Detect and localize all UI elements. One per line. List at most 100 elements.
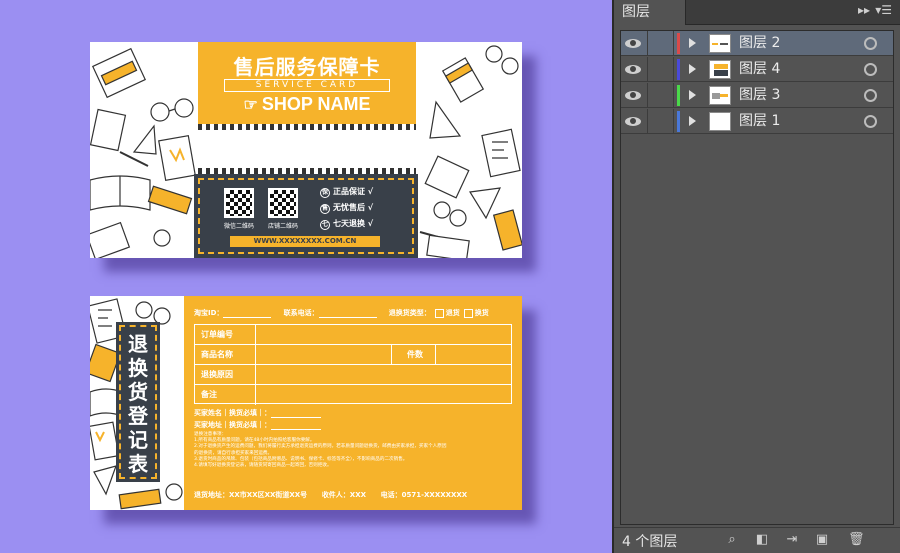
layer-name[interactable]: 图层 2 [739, 33, 780, 54]
collapse-panel-icon[interactable]: ▸▸ [858, 3, 870, 17]
title-char: 记 [128, 428, 148, 452]
exchange-checkbox[interactable] [463, 308, 473, 318]
return-checkbox[interactable] [434, 308, 444, 318]
title-char: 退 [128, 332, 148, 356]
column-divider [673, 83, 674, 107]
column-divider [647, 109, 648, 133]
table-divider [255, 385, 256, 405]
shop-qr-code [268, 188, 298, 218]
title-char: 换 [128, 356, 148, 380]
buyer-name-field[interactable] [271, 417, 321, 418]
feature-item: 七七天退换 √ [320, 218, 373, 230]
expand-arrow-icon[interactable] [689, 38, 696, 48]
title-char: 货 [128, 380, 148, 404]
layer-row[interactable]: 图层 3 [621, 83, 893, 108]
registration-title: 退 换 货 登 记 表 [116, 332, 160, 476]
table-row: 订单编号 [195, 325, 511, 345]
new-sublayer-icon[interactable]: ⇥ [784, 532, 800, 548]
return-option: 退货 [445, 309, 460, 317]
table-divider [255, 345, 256, 364]
layer-target-icon[interactable] [864, 37, 877, 50]
layer-row[interactable]: 图层 1 [621, 109, 893, 134]
service-card-front[interactable]: 售后服务保障卡 SERVICE CARD ☞ SHOP NAME 微信二维码 店铺… [90, 42, 522, 258]
website-url: WWW.XXXXXXXX.COM.CN [230, 236, 380, 247]
card-subtitle: SERVICE CARD [224, 79, 390, 92]
card-title: 售后服务保障卡 [233, 55, 381, 79]
table-divider [255, 325, 256, 344]
visibility-eye-icon[interactable] [625, 115, 641, 127]
title-char: 登 [128, 404, 148, 428]
title-char: 表 [128, 452, 148, 476]
layer-target-icon[interactable] [864, 89, 877, 102]
table-row: 退换原因 [195, 365, 511, 385]
wechat-qr-code [224, 188, 254, 218]
new-layer-icon[interactable]: ▣ [814, 532, 830, 548]
delete-layer-icon[interactable]: 🗑 [848, 532, 865, 548]
layer-name[interactable]: 图层 1 [739, 111, 780, 132]
layer-target-icon[interactable] [864, 63, 877, 76]
recipient: 收件人：XXX [321, 491, 367, 499]
feature-item: 售无忧售后 √ [320, 202, 373, 214]
tab-layers[interactable]: 图层 [614, 0, 686, 25]
column-divider [673, 57, 674, 81]
expand-arrow-icon[interactable] [689, 116, 696, 126]
title-banner: 售后服务保障卡 SERVICE CARD ☞ SHOP NAME [198, 42, 416, 124]
qr-label: 微信二维码 [223, 223, 254, 230]
phone-field[interactable] [318, 317, 377, 318]
column-divider [647, 57, 648, 81]
feature-mark-icon: 七 [320, 220, 330, 230]
feature-mark-icon: 保 [320, 188, 330, 198]
buyer-name-label: 买家姓名｜换货必填｜： [194, 409, 271, 417]
expand-arrow-icon[interactable] [689, 90, 696, 100]
taobao-id-label: 淘宝ID： [194, 309, 224, 317]
taobao-id-field[interactable] [223, 317, 272, 318]
visibility-eye-icon[interactable] [625, 37, 641, 49]
table-divider [435, 345, 436, 364]
buyer-address-label: 买家地址｜换货必填｜： [194, 421, 271, 429]
shop-name-text: SHOP NAME [261, 94, 371, 114]
column-divider [673, 31, 674, 55]
note-line: 4.请填写好退换货登记表，请随货同寄回商品一起寄回，否则拒收。 [194, 463, 332, 469]
layers-panel: 图层 ▸▸ ▾☰ 图层 2 图层 4 图层 3 图层 1 4 个图层 ⌕ ◧ ⇥… [612, 0, 900, 553]
qr-info-box: 微信二维码 店铺二维码 保正品保证 √ 售无忧售后 √ 七七天退换 √ WWW.… [194, 174, 418, 258]
layer-name[interactable]: 图层 3 [739, 85, 780, 106]
layer-name[interactable]: 图层 4 [739, 59, 780, 80]
visibility-eye-icon[interactable] [625, 63, 641, 75]
make-clipping-mask-icon[interactable]: ◧ [754, 532, 770, 548]
exchange-option: 换货 [474, 309, 489, 317]
layer-row[interactable]: 图层 4 [621, 57, 893, 82]
type-label: 退换货类型： [388, 309, 431, 317]
panel-footer: 4 个图层 ⌕ ◧ ⇥ ▣ 🗑 [614, 527, 900, 553]
shop-logo-icon: ☞ [243, 97, 258, 114]
return-address-row: 退货地址：XX市XX区XX街道XX号 收件人：XXX 电话：0571-XXXXX… [194, 490, 467, 500]
artboard-canvas: 售后服务保障卡 SERVICE CARD ☞ SHOP NAME 微信二维码 店铺… [0, 0, 612, 553]
buyer-name-row: 买家姓名｜换货必填｜： [194, 408, 321, 418]
visibility-eye-icon[interactable] [625, 89, 641, 101]
feature-item: 保正品保证 √ [320, 186, 373, 198]
table-divider [391, 345, 392, 364]
dashed-divider [198, 124, 416, 130]
layer-color-swatch [677, 59, 680, 80]
form-header-row: 淘宝ID： 联系电话： 退换货类型： 退货 换货 [194, 308, 489, 318]
expand-arrow-icon[interactable] [689, 64, 696, 74]
layers-list: 图层 2 图层 4 图层 3 图层 1 [620, 30, 894, 525]
service-card-back[interactable]: 退 换 货 登 记 表 淘宝ID： 联系电话： 退换货类型： 退货 换货 订单编号 [90, 296, 522, 510]
column-divider [673, 109, 674, 133]
search-layers-icon[interactable]: ⌕ [724, 532, 740, 548]
buyer-address-row: 买家地址｜换货必填｜： [194, 420, 321, 430]
feature-text: 七天退换 √ [333, 219, 374, 228]
panel-tabbar: 图层 ▸▸ ▾☰ [614, 0, 900, 25]
layer-row[interactable]: 图层 2 [621, 31, 893, 56]
table-cell-label: 商品名称 [201, 350, 233, 359]
column-divider [647, 83, 648, 107]
shop-name: ☞ SHOP NAME [198, 94, 416, 115]
layer-color-swatch [677, 33, 680, 54]
layer-target-icon[interactable] [864, 115, 877, 128]
buyer-address-field[interactable] [271, 429, 321, 430]
column-divider [647, 31, 648, 55]
table-cell-label: 备注 [201, 390, 217, 399]
layer-color-swatch [677, 85, 680, 106]
quantity-label: 件数 [407, 350, 423, 359]
panel-menu-icon[interactable]: ▾☰ [875, 3, 892, 17]
feature-mark-icon: 售 [320, 204, 330, 214]
